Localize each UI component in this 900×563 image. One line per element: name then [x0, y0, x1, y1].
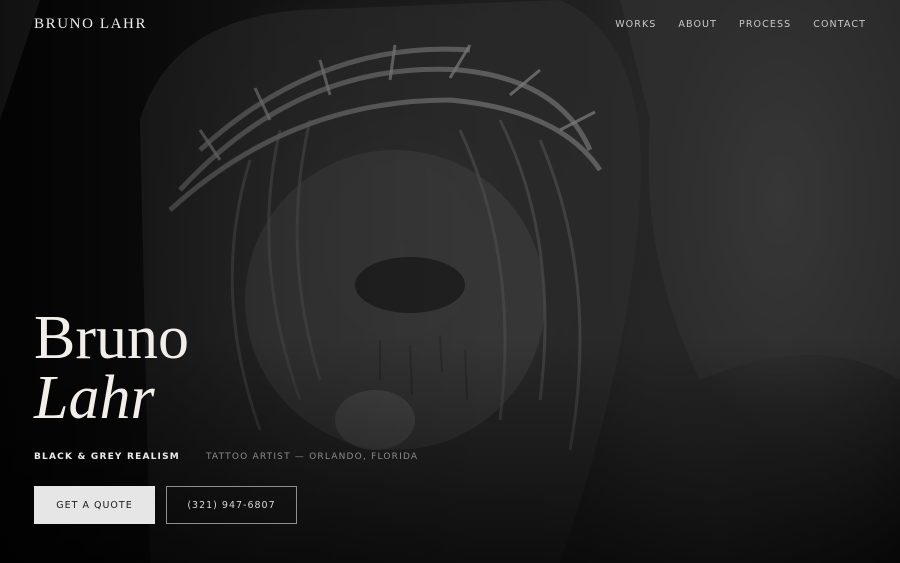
nav-contact[interactable]: CONTACT — [813, 19, 866, 30]
main-nav: WORKS ABOUT PROCESS CONTACT — [615, 19, 866, 30]
hero-title: Bruno Lahr — [34, 304, 189, 432]
hero-title-first: Bruno — [34, 304, 189, 372]
phone-button[interactable]: (321) 947-6807 — [166, 486, 297, 524]
get-quote-button[interactable]: GET A QUOTE — [34, 486, 155, 524]
nav-about[interactable]: ABOUT — [678, 19, 717, 30]
nav-works[interactable]: WORKS — [615, 19, 656, 30]
location-label: TATTOO ARTIST — ORLANDO, FLORIDA — [205, 452, 419, 462]
brand-logo[interactable]: BRUNO LAHR — [34, 16, 147, 33]
specialty-label: BLACK & GREY REALISM — [34, 452, 180, 462]
hero-title-last: Lahr — [34, 364, 155, 432]
hero-subline: BLACK & GREY REALISM TATTOO ARTIST — ORL… — [34, 452, 418, 462]
hero-overlay — [0, 0, 900, 563]
hero-section — [0, 0, 900, 563]
nav-process[interactable]: PROCESS — [739, 19, 791, 30]
